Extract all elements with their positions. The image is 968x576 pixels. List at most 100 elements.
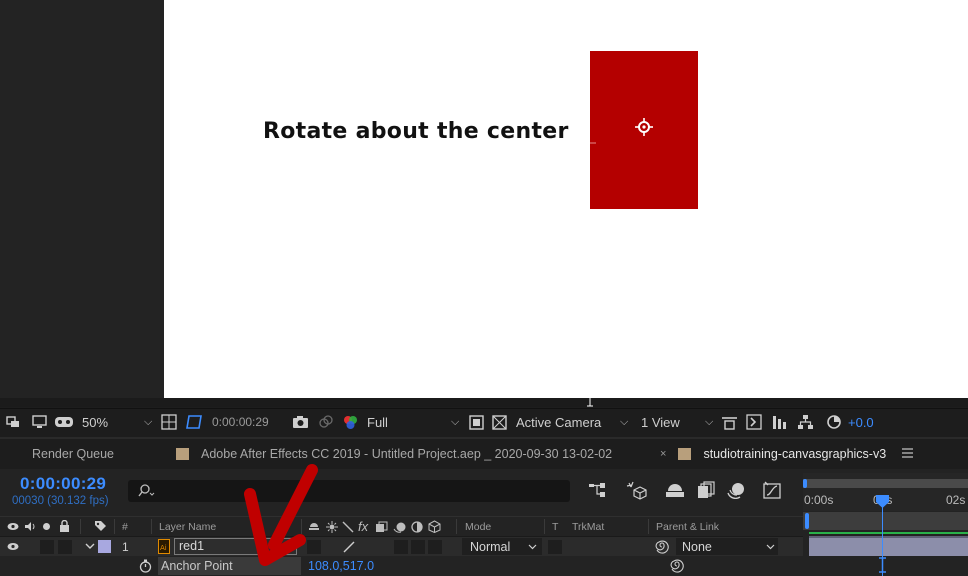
motion-blur-switch[interactable] [394, 540, 408, 554]
composition-canvas[interactable]: Rotate about the center [164, 0, 968, 398]
layer-edge-handle[interactable] [590, 140, 596, 146]
fast-preview-toggle-icon[interactable] [746, 409, 762, 435]
tab-project[interactable]: Adobe After Effects CC 2019 - Untitled P… [176, 439, 612, 469]
3d-switch[interactable] [428, 540, 442, 554]
property-name: Anchor Point [158, 557, 301, 575]
column-index[interactable]: # [122, 521, 128, 533]
chevron-down-icon: ⌵ [705, 415, 714, 428]
adjustment-switch[interactable] [411, 540, 425, 554]
frame-blending-icon[interactable] [697, 481, 715, 499]
lock-icon[interactable] [59, 520, 70, 532]
fast-previews-icon[interactable] [469, 409, 484, 435]
layer-duration-bar[interactable] [809, 536, 968, 556]
parent-value: None [682, 539, 712, 554]
motion-blur-icon[interactable] [727, 481, 745, 499]
preserve-transparency-toggle[interactable] [548, 540, 562, 554]
3d-layer-icon[interactable] [428, 520, 441, 533]
quality-switch-icon[interactable] [342, 540, 356, 554]
anchor-point-value[interactable]: 108.0,517.0 [308, 559, 374, 573]
property-pick-whip-icon[interactable] [670, 559, 684, 573]
timeline-column-header: # Layer Name fx Mode T TrkMat Parent & L… [0, 516, 803, 536]
column-parent-link[interactable]: Parent & Link [656, 521, 719, 533]
draft-3d-icon[interactable] [625, 481, 647, 501]
stopwatch-icon[interactable] [139, 559, 152, 573]
column-trkmat[interactable]: TrkMat [572, 521, 604, 533]
audio-icon[interactable] [24, 521, 36, 532]
collapse-transform-icon[interactable] [326, 521, 338, 533]
tab-label: Adobe After Effects CC 2019 - Untitled P… [201, 447, 613, 461]
composition-flowchart-icon[interactable] [588, 481, 608, 499]
layer-label-color[interactable] [98, 540, 111, 553]
layer-row[interactable]: 1 Ai red1 Normal None [0, 536, 803, 556]
close-icon[interactable]: × [660, 448, 666, 460]
composition-viewer: Rotate about the center [0, 0, 968, 407]
toggle-pixel-aspect-icon[interactable] [721, 409, 738, 435]
timeline-panel-icon[interactable] [772, 409, 788, 435]
snapshot-camera-icon[interactable] [292, 409, 309, 435]
canvas-text: Rotate about the center [263, 119, 569, 144]
effects-switch-icon[interactable]: fx [358, 519, 368, 534]
search-icon [138, 484, 155, 497]
resolution-dropdown[interactable]: Full ⌵ [367, 409, 463, 435]
chevron-down-icon[interactable] [85, 543, 95, 550]
work-area-indicator [809, 532, 968, 534]
eye-icon[interactable] [7, 522, 19, 531]
panel-menu-icon[interactable] [902, 448, 913, 458]
channel-rgb-icon[interactable] [342, 409, 359, 435]
illustrator-layer-icon: Ai [158, 539, 170, 554]
quality-icon[interactable] [342, 521, 354, 533]
current-time-display[interactable]: 0:00:00:29 [20, 474, 106, 494]
lock-toggle[interactable] [58, 540, 72, 554]
playhead-icon[interactable] [876, 495, 889, 509]
mask-visibility-icon[interactable] [54, 409, 74, 435]
chevron-down-icon: ⌵ [620, 415, 629, 428]
column-preserve-transparency[interactable]: T [552, 521, 558, 533]
ruler-sub-bar [803, 512, 968, 530]
column-mode[interactable]: Mode [465, 521, 491, 533]
red-layer-shape[interactable] [590, 51, 698, 209]
motion-blur-switch-icon[interactable] [393, 521, 406, 533]
property-row[interactable]: Anchor Point 108.0,517.0 [0, 556, 803, 576]
show-snapshot-icon[interactable] [318, 409, 334, 435]
pasteboard [0, 0, 164, 398]
graph-editor-icon[interactable] [763, 481, 783, 499]
tab-color-swatch [678, 448, 692, 460]
layer-name-field[interactable]: red1 [174, 538, 297, 555]
view-layout-dropdown[interactable]: 1 View ⌵ [641, 409, 715, 435]
pick-whip-icon[interactable] [655, 540, 669, 554]
anchor-point-icon[interactable] [634, 117, 654, 137]
parent-dropdown[interactable]: None [676, 538, 778, 555]
title-action-safe-icon[interactable] [161, 409, 177, 435]
chevron-down-icon: ⌵ [144, 415, 153, 428]
adjustment-layer-icon[interactable] [411, 521, 423, 533]
exposure-value[interactable]: +0.0 [848, 409, 874, 435]
layer-search-input[interactable] [128, 480, 570, 502]
solo-icon[interactable] [42, 522, 51, 531]
viewer-timecode[interactable]: 0:00:00:29 [212, 409, 286, 435]
reset-exposure-icon[interactable] [826, 409, 842, 435]
work-area-start-handle[interactable] [803, 479, 807, 488]
tab-render-queue[interactable]: Render Queue [32, 439, 114, 469]
zoom-dropdown[interactable]: 50% ⌵ [82, 409, 156, 435]
layer-visibility-eye-icon[interactable] [7, 542, 19, 551]
frame-blend-switch-icon[interactable] [375, 521, 388, 533]
viewer-toolbar: 50% ⌵ 0:00:00:29 Full ⌵ Active Camera ⌵ … [0, 408, 968, 434]
layer-index: 1 [122, 540, 129, 554]
region-of-interest-icon[interactable] [186, 409, 203, 435]
label-tag-icon[interactable] [94, 520, 107, 533]
shy-layers-icon[interactable] [665, 481, 685, 499]
shy-switch-icon[interactable] [308, 521, 320, 532]
tab-composition[interactable]: × studiotraining-canvasgraphics-v3 [660, 439, 886, 469]
solo-toggle[interactable] [40, 540, 54, 554]
work-area-bar[interactable] [803, 479, 968, 488]
frame-info: 00030 (30.132 fps) [12, 495, 109, 507]
transparency-grid-icon[interactable] [492, 409, 507, 435]
blend-mode-dropdown[interactable]: Normal [462, 538, 542, 555]
shy-switch[interactable] [307, 540, 321, 554]
column-layer-name[interactable]: Layer Name [159, 521, 216, 533]
monitor-icon[interactable] [32, 409, 47, 435]
view-layout-value: 1 View [641, 414, 680, 430]
camera-view-dropdown[interactable]: Active Camera ⌵ [516, 409, 632, 435]
flowchart-icon[interactable] [797, 409, 814, 435]
always-preview-icon[interactable] [6, 409, 20, 435]
